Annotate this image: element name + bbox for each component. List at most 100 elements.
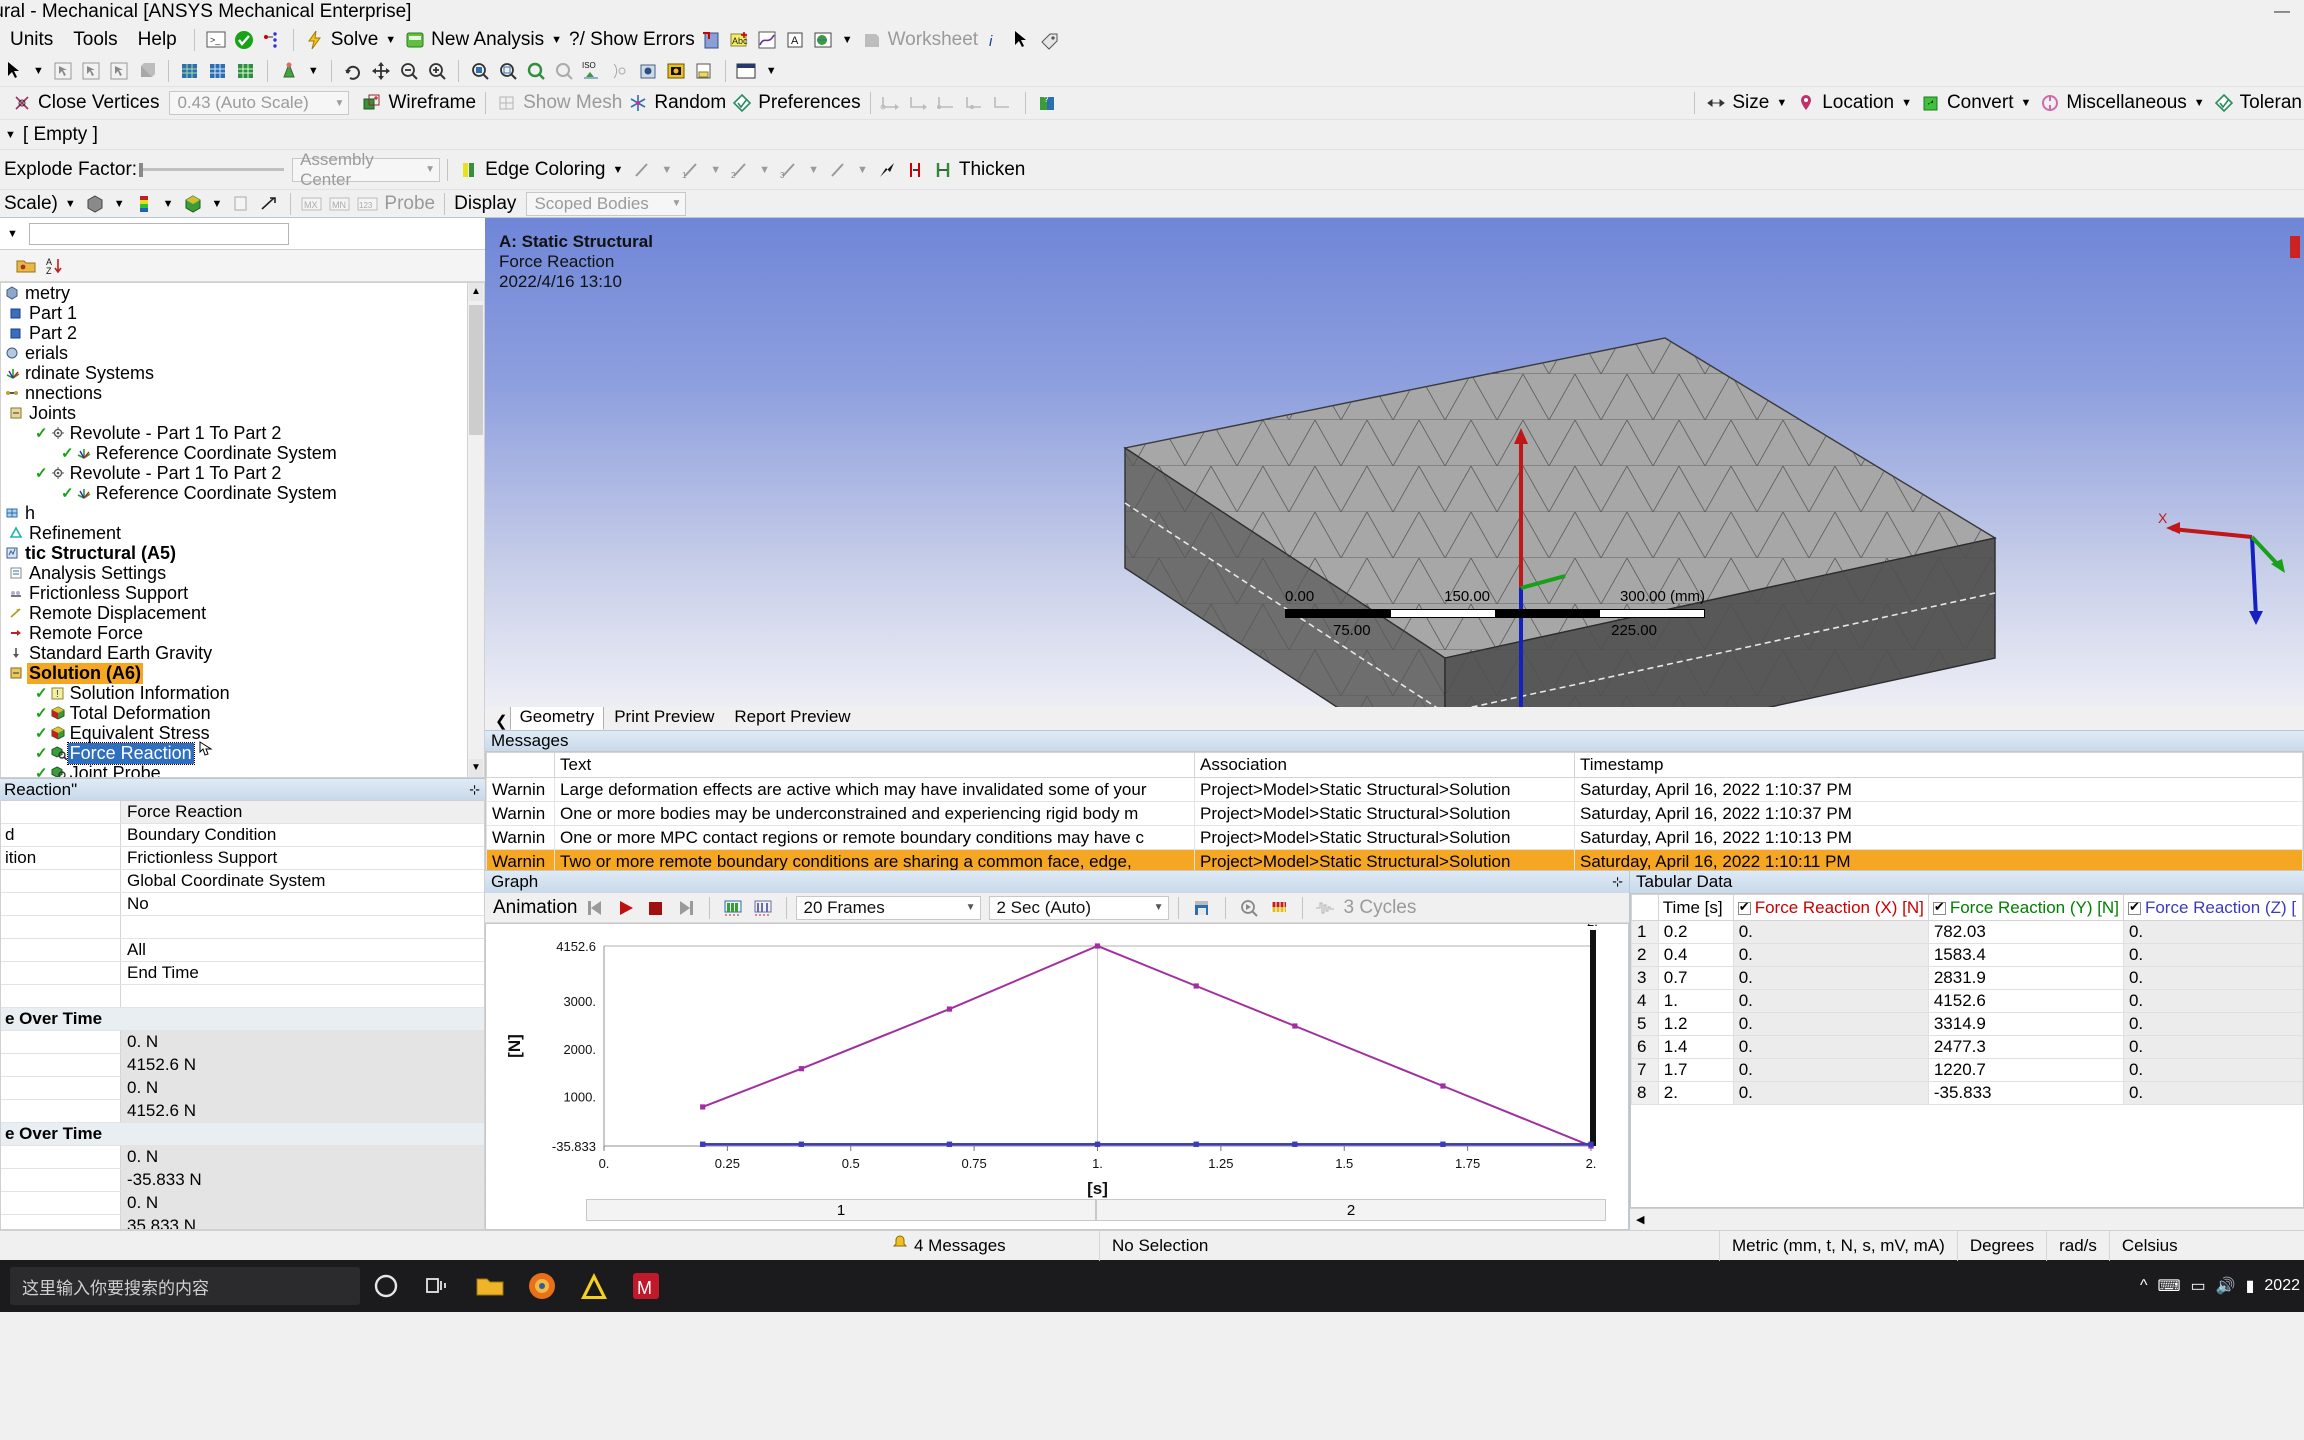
details-value[interactable]: 4152.6 N bbox=[121, 1054, 484, 1076]
chevron-down-icon[interactable]: ▼ bbox=[1771, 97, 1792, 109]
tray-network-icon[interactable]: ▭ bbox=[2191, 1276, 2206, 1296]
details-value[interactable]: -35.833 N bbox=[121, 1169, 484, 1191]
image-icon[interactable] bbox=[810, 28, 836, 52]
new-comment-icon[interactable] bbox=[698, 28, 724, 52]
outline-tree[interactable]: metry Part 1 Part 2 erials rdinate Systems nn… bbox=[0, 282, 485, 778]
folder-icon[interactable] bbox=[13, 254, 39, 278]
zoom-graph-icon[interactable] bbox=[1236, 896, 1262, 920]
tree-node[interactable]: ✓ Total Deformation bbox=[1, 703, 484, 723]
details-row[interactable]: 0. N bbox=[1, 1192, 484, 1215]
tabular-hscrollbar[interactable]: ◀ bbox=[1630, 1208, 2304, 1230]
details-row[interactable]: 4152.6 N bbox=[1, 1054, 484, 1077]
location-pin-icon[interactable] bbox=[1793, 91, 1819, 115]
result-display-icon[interactable] bbox=[180, 192, 206, 216]
chevron-down-icon[interactable]: ▼ bbox=[656, 164, 677, 176]
edge-coloring-icon[interactable] bbox=[456, 158, 482, 182]
details-value[interactable]: Force Reaction bbox=[121, 801, 484, 823]
message-row[interactable]: Warnin One or more MPC contact regions or… bbox=[486, 825, 2303, 851]
tray-chevron-icon[interactable]: ^ bbox=[2140, 1277, 2148, 1295]
close-vertices-button[interactable]: Close Vertices bbox=[36, 92, 161, 114]
tree-node[interactable]: ✓ Reference Coordinate System bbox=[1, 443, 484, 463]
chevron-down-icon[interactable]: ▼ bbox=[28, 65, 49, 77]
chevron-down-icon[interactable]: ▼ bbox=[672, 198, 682, 209]
box-zoom-icon[interactable] bbox=[467, 59, 493, 83]
random-button[interactable]: Random bbox=[652, 92, 728, 114]
show-errors-button[interactable]: ?/ Show Errors bbox=[567, 29, 697, 51]
convert-button[interactable]: Convert bbox=[1945, 92, 2016, 114]
play-icon[interactable] bbox=[613, 896, 639, 920]
tree-node[interactable]: Remote Displacement bbox=[1, 603, 484, 623]
rotate-icon[interactable] bbox=[340, 59, 366, 83]
details-row[interactable] bbox=[1, 985, 484, 1008]
chevron-down-icon[interactable]: ▼ bbox=[303, 65, 324, 77]
print-icon[interactable] bbox=[691, 59, 717, 83]
tree-node[interactable]: Part 2 bbox=[1, 323, 484, 343]
chevron-down-icon[interactable]: ▼ bbox=[207, 198, 228, 210]
pin-icon[interactable]: ⊹ bbox=[469, 782, 480, 798]
chevron-down-icon[interactable]: ▼ bbox=[1896, 97, 1917, 109]
tree-node[interactable]: Remote Force bbox=[1, 623, 484, 643]
details-row[interactable]: End Time bbox=[1, 962, 484, 985]
select-cursor-icon[interactable] bbox=[1, 59, 27, 83]
auto-scale-combo[interactable]: 0.43 (Auto Scale) ▼ bbox=[169, 91, 350, 115]
edge-coloring-button[interactable]: Edge Coloring bbox=[483, 159, 607, 181]
miscellaneous-icon[interactable] bbox=[2037, 91, 2063, 115]
tree-node[interactable]: erials bbox=[1, 343, 484, 363]
tree-node[interactable]: Analysis Settings bbox=[1, 563, 484, 583]
chevron-down-icon[interactable]: ▼ bbox=[803, 164, 824, 176]
details-value[interactable] bbox=[121, 985, 484, 1007]
chevron-down-icon[interactable]: ▼ bbox=[761, 65, 782, 77]
series-checkbox[interactable] bbox=[1737, 899, 1751, 915]
size-icon[interactable] bbox=[1703, 91, 1729, 115]
ansys-workbench-icon[interactable] bbox=[568, 1260, 620, 1312]
table-row[interactable]: 4 1. 0. 4152.6 0. bbox=[1631, 989, 2303, 1013]
scroll-up-arrow[interactable]: ▲ bbox=[469, 283, 483, 301]
duration-combo[interactable]: 2 Sec (Auto) ▼ bbox=[988, 895, 1169, 920]
series-checkbox[interactable] bbox=[1932, 899, 1946, 915]
contour-bands-icon[interactable] bbox=[131, 192, 157, 216]
tabular-column-header[interactable]: Force Reaction (X) [N] bbox=[1732, 894, 1929, 921]
iso-view-icon[interactable]: ISO bbox=[579, 59, 605, 83]
message-row[interactable]: Warnin Two or more remote boundary condit… bbox=[486, 849, 2303, 871]
scoped-bodies-combo[interactable]: Scoped Bodies ▼ bbox=[526, 191, 687, 216]
bar-graph-icon[interactable] bbox=[750, 896, 776, 920]
chevron-down-icon[interactable]: ▼ bbox=[546, 34, 567, 46]
tree-scrollbar[interactable]: ▲ ▼ bbox=[467, 283, 484, 777]
details-row[interactable]: d Boundary Condition bbox=[1, 824, 484, 847]
thicken-button[interactable]: Thicken bbox=[957, 159, 1028, 181]
solve-lightning-icon[interactable] bbox=[302, 28, 328, 52]
series-checkbox[interactable] bbox=[2127, 899, 2141, 915]
details-value[interactable]: End Time bbox=[121, 962, 484, 984]
details-value[interactable]: No bbox=[121, 893, 484, 915]
details-value[interactable]: Frictionless Support bbox=[121, 847, 484, 869]
chevron-down-icon[interactable]: ▼ bbox=[335, 98, 345, 109]
tabular-grid-wrapper[interactable]: Time [s] Force Reaction (X) [N] Force Reac… bbox=[1630, 893, 2304, 1208]
scroll-thumb[interactable] bbox=[469, 305, 483, 435]
close-vertices-icon[interactable] bbox=[9, 91, 35, 115]
chevron-down-icon[interactable]: ▼ bbox=[966, 902, 976, 913]
details-row[interactable] bbox=[1, 916, 484, 939]
table-row[interactable]: 3 0.7 0. 2831.9 0. bbox=[1631, 966, 2303, 990]
chevron-down-icon[interactable]: ▼ bbox=[109, 198, 130, 210]
forward-icon[interactable] bbox=[673, 896, 699, 920]
details-value[interactable]: 0. N bbox=[121, 1146, 484, 1168]
details-row[interactable]: Global Coordinate System bbox=[1, 870, 484, 893]
miscellaneous-button[interactable]: Miscellaneous bbox=[2064, 92, 2188, 114]
details-value[interactable]: All bbox=[121, 939, 484, 961]
tabular-column-header[interactable] bbox=[1631, 894, 1659, 921]
tree-node[interactable]: Joints bbox=[1, 403, 484, 423]
tree-node[interactable]: ✓ Revolute - Part 1 To Part 2 bbox=[1, 423, 484, 443]
chevron-down-icon[interactable]: ▼ bbox=[380, 34, 401, 46]
tree-node[interactable]: ✓ Joint Probe bbox=[1, 763, 484, 777]
pan-icon[interactable] bbox=[368, 59, 394, 83]
col-text[interactable]: Text bbox=[554, 752, 1195, 779]
tree-node[interactable]: Refinement bbox=[1, 523, 484, 543]
tree-node[interactable]: Part 1 bbox=[1, 303, 484, 323]
tab-print-preview[interactable]: Print Preview bbox=[604, 705, 724, 730]
thickness-toggle-icon[interactable] bbox=[902, 158, 928, 182]
scroll-left-arrow[interactable]: ◀ bbox=[1630, 1213, 1650, 1226]
new-analysis-button[interactable]: New Analysis bbox=[429, 29, 546, 51]
tray-volume-icon[interactable]: 🔊 bbox=[2216, 1276, 2236, 1296]
table-row[interactable]: 1 0.2 0. 782.03 0. bbox=[1631, 920, 2303, 944]
chevron-down-icon[interactable]: ▼ bbox=[608, 164, 629, 176]
